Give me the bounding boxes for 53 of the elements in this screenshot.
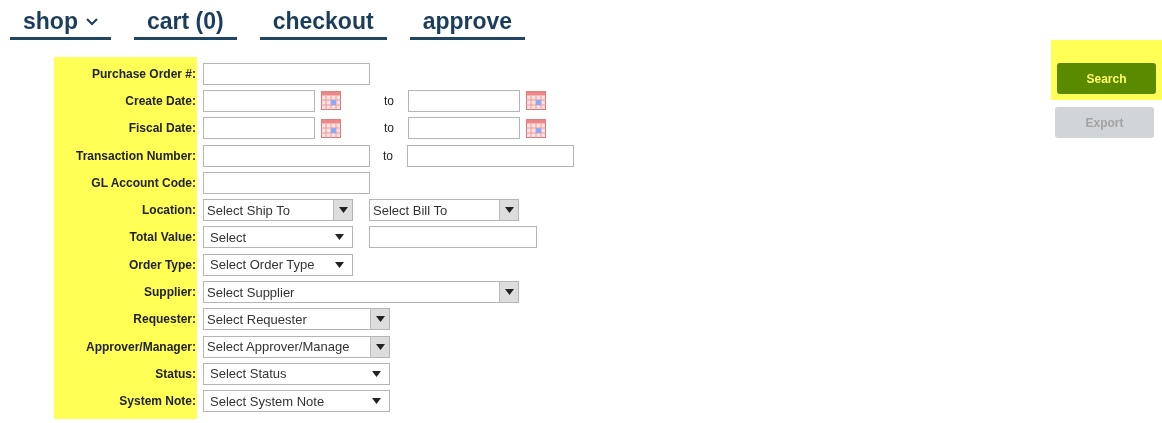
dropdown[interactable]: Select Supplier <box>203 281 519 303</box>
to-label: to <box>384 121 395 136</box>
field-label: Location: <box>141 203 197 218</box>
field-label: GL Account Code: <box>90 175 197 190</box>
dropdown[interactable]: Select Approver/Manage <box>203 335 390 358</box>
nav-tab[interactable]: shop <box>10 6 111 40</box>
search-button[interactable]: Search <box>1057 63 1156 94</box>
date-field[interactable] <box>203 89 315 112</box>
caret-icon <box>504 207 514 214</box>
field-label: Requester: <box>132 312 197 327</box>
field-label: Order Type: <box>127 257 197 272</box>
caret-icon <box>372 398 381 405</box>
field-label: Status: <box>154 366 197 381</box>
chevron-icon <box>85 17 98 26</box>
field-label: Supplier: <box>143 285 197 299</box>
caret-icon <box>335 261 344 268</box>
text-field[interactable] <box>407 144 574 167</box>
calendar-icon[interactable] <box>526 118 546 138</box>
nav-tab[interactable]: approve <box>409 6 526 40</box>
calendar-icon[interactable] <box>321 118 341 138</box>
dropdown[interactable]: Select System Note <box>203 390 390 413</box>
field-label: System Note: <box>118 394 197 409</box>
date-field[interactable] <box>408 117 520 140</box>
to-label: to <box>383 148 394 163</box>
caret-icon <box>504 289 514 295</box>
text-field[interactable] <box>203 171 370 194</box>
caret-icon <box>338 207 348 214</box>
text-field[interactable] <box>203 62 370 85</box>
text-field[interactable] <box>203 144 370 167</box>
dropdown[interactable]: Select Ship To <box>203 199 353 222</box>
date-field[interactable] <box>203 117 315 140</box>
field-label: Purchase Order #: <box>90 66 197 81</box>
dropdown[interactable]: Select Bill To <box>369 199 519 222</box>
dropdown[interactable]: Select Requester <box>203 308 390 331</box>
caret-icon <box>335 234 344 241</box>
to-label: to <box>384 93 395 108</box>
caret-icon <box>375 316 385 323</box>
calendar-icon[interactable] <box>321 91 341 111</box>
nav-tab[interactable]: cart (0) <box>133 6 237 40</box>
field-label: Approver/Manager: <box>84 339 197 354</box>
field-label: Create Date: <box>124 93 197 108</box>
field-label: Transaction Number: <box>74 148 197 163</box>
field-label: Fiscal Date: <box>127 121 197 136</box>
dropdown[interactable]: Select Order Type <box>203 253 353 276</box>
field-label: Total Value: <box>128 230 197 245</box>
calendar-icon[interactable] <box>526 91 546 111</box>
caret-icon <box>375 343 385 350</box>
dropdown[interactable]: Select Status <box>203 362 390 385</box>
date-field[interactable] <box>408 89 520 112</box>
nav-tab[interactable]: checkout <box>259 6 387 40</box>
dropdown[interactable]: Select <box>203 226 353 249</box>
caret-icon <box>372 370 381 377</box>
text-field[interactable] <box>369 226 537 249</box>
